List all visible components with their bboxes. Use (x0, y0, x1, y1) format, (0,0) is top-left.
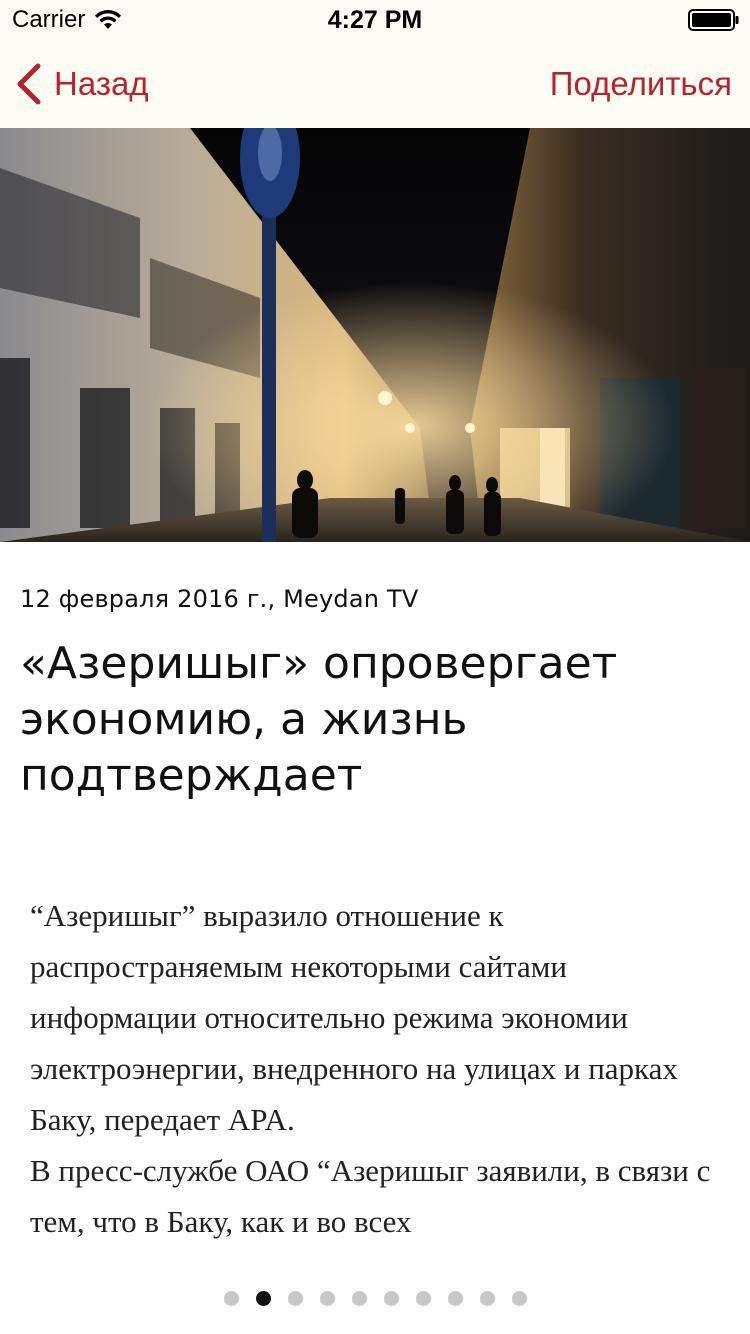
status-time: 4:27 PM (327, 6, 423, 34)
battery-icon (688, 9, 739, 31)
article-body: “Азеришыг” выразило отношение к распрост… (30, 890, 730, 1247)
article-title: «Азеришыг» опровергает экономию, а жизнь… (20, 638, 618, 801)
page-control[interactable] (0, 1288, 750, 1308)
chevron-left-icon (17, 63, 41, 105)
page-dot-4[interactable] (319, 1290, 335, 1306)
back-button[interactable]: Назад (14, 60, 149, 108)
page-dot-3[interactable] (287, 1290, 303, 1306)
share-button[interactable]: Поделиться (550, 60, 732, 108)
article-paragraph: В пресс-службе ОАО “Азеришыг заявили, в … (30, 1153, 711, 1239)
article-photo (0, 128, 750, 542)
page-dot-1[interactable] (223, 1290, 239, 1306)
navigation-bar: Назад Поделиться (0, 40, 750, 128)
status-bar: Carrier 4:27 PM (0, 0, 750, 40)
page-dot-2[interactable] (255, 1290, 271, 1306)
page-dot-8[interactable] (447, 1290, 463, 1306)
article-screen: Carrier 4:27 PM Назад Поделиться 12 февр… (0, 0, 750, 1334)
article-paragraph: “Азеришыг” выразило отношение к распрост… (30, 898, 678, 1137)
page-dot-10[interactable] (511, 1290, 527, 1306)
page-dot-5[interactable] (351, 1290, 367, 1306)
back-label: Назад (54, 65, 149, 102)
page-dot-6[interactable] (383, 1290, 399, 1306)
night-street-photo (0, 128, 750, 542)
article-meta: 12 февраля 2016 г., Meydan TV (20, 585, 419, 613)
page-dot-9[interactable] (479, 1290, 495, 1306)
page-dot-7[interactable] (415, 1290, 431, 1306)
